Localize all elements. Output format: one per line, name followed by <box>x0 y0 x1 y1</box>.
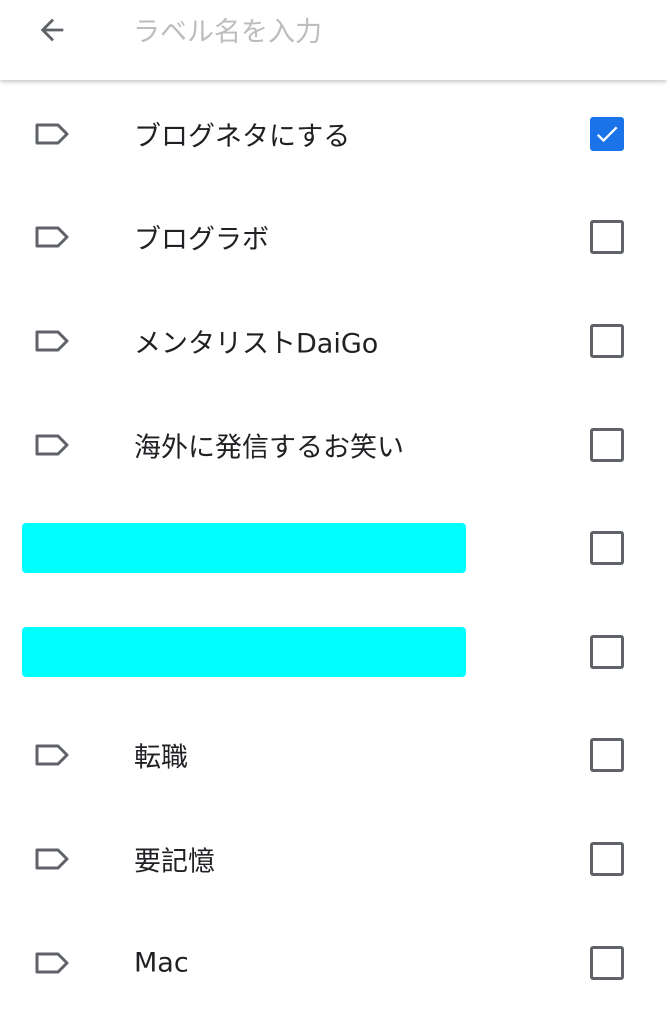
label-name: メンタリストDaiGo <box>134 328 379 360</box>
label-name-input[interactable] <box>133 10 613 54</box>
label-row[interactable]: 要記憶 <box>0 807 667 911</box>
label-row[interactable]: 転職 <box>0 704 667 808</box>
label-outline-icon <box>34 225 70 249</box>
label-row[interactable]: メンタリストDaiGo <box>0 289 667 393</box>
label-name: ブログラボ <box>134 224 269 256</box>
label-outline-icon <box>34 433 70 457</box>
back-button[interactable] <box>22 8 82 56</box>
label-outline-icon <box>34 951 70 975</box>
label-checkbox[interactable] <box>590 945 624 980</box>
label-row[interactable]: ブログネタにする <box>0 82 667 186</box>
label-row[interactable] <box>0 496 667 600</box>
label-checkbox[interactable] <box>590 427 624 462</box>
label-name: 海外に発信するお笑い <box>134 432 404 464</box>
label-row[interactable]: 海外に発信するお笑い <box>0 393 667 497</box>
arrow-back-icon <box>35 13 69 51</box>
top-app-bar <box>0 0 667 80</box>
label-outline-icon <box>34 329 70 353</box>
label-outline-icon <box>34 122 70 146</box>
label-checkbox[interactable] <box>590 738 624 773</box>
label-row[interactable]: Mac <box>0 911 667 1015</box>
label-row[interactable] <box>0 600 667 704</box>
label-checkbox[interactable] <box>590 220 624 255</box>
label-name: 転職 <box>134 742 188 774</box>
label-checkbox-checked[interactable] <box>590 116 624 151</box>
label-checkbox[interactable] <box>590 841 624 876</box>
label-outline-icon <box>34 743 70 767</box>
label-list: ブログネタにする ブログラボメンタリストDaiGo 海外に発信するお笑い 転職要記憶 M… <box>0 82 667 1014</box>
redaction-block <box>22 626 466 677</box>
label-name: Mac <box>134 947 189 979</box>
redaction-block <box>22 523 466 574</box>
label-row[interactable]: ブログラボ <box>0 186 667 290</box>
label-checkbox[interactable] <box>590 634 624 669</box>
label-checkbox[interactable] <box>590 323 624 358</box>
label-outline-icon <box>34 847 70 871</box>
label-name: ブログネタにする <box>134 121 351 153</box>
label-checkbox[interactable] <box>590 531 624 566</box>
label-name: 要記憶 <box>134 846 215 878</box>
check-icon <box>593 120 621 148</box>
